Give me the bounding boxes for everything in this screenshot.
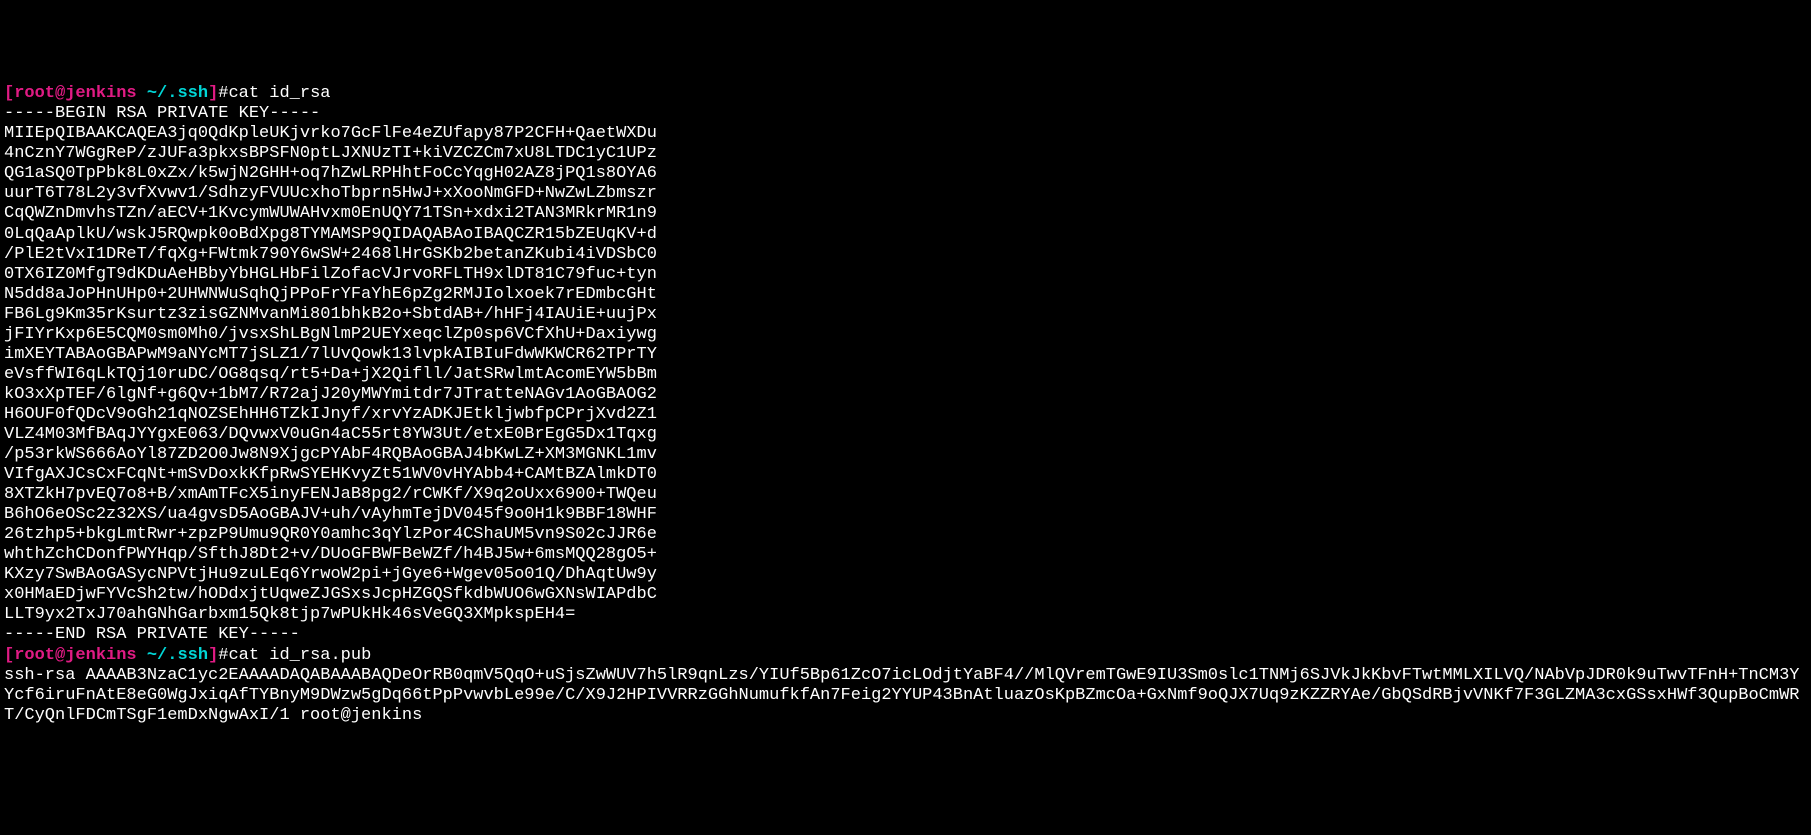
- output-line: /PlE2tVxI1DReT/fqXg+FWtmk790Y6wSW+2468lH…: [4, 245, 1807, 265]
- prompt-at: @: [55, 646, 65, 665]
- output-line: 0TX6IZ0MfgT9dKDuAeHBbyYbHGLHbFilZofacVJr…: [4, 265, 1807, 285]
- prompt-user: root: [14, 646, 55, 665]
- output-line: VLZ4M03MfBAqJYYgxE063/DQvwxV0uGn4aC55rt8…: [4, 425, 1807, 445]
- prompt-user: root: [14, 84, 55, 103]
- output-line: 0LqQaAplkU/wskJ5RQwpk0oBdXpg8TYMAMSP9QID…: [4, 225, 1807, 245]
- prompt-at: @: [55, 84, 65, 103]
- prompt-host: jenkins: [65, 646, 136, 665]
- command-text: cat id_rsa.pub: [228, 646, 371, 665]
- prompt-bracket-open: [: [4, 646, 14, 665]
- output-line: B6hO6eOSc2z32XS/ua4gvsD5AoGBAJV+uh/vAyhm…: [4, 505, 1807, 525]
- output-line: -----END RSA PRIVATE KEY-----: [4, 625, 1807, 645]
- prompt-bracket-close: ]: [208, 84, 218, 103]
- output-line: 8XTZkH7pvEQ7o8+B/xmAmTFcX5inyFENJaB8pg2/…: [4, 485, 1807, 505]
- output-line: 26tzhp5+bkgLmtRwr+zpzP9Umu9QR0Y0amhc3qYl…: [4, 525, 1807, 545]
- output-line: /p53rkWS666AoYl87ZD2O0Jw8N9XjgcPYAbF4RQB…: [4, 445, 1807, 465]
- output-line: VIfgAXJCsCxFCqNt+mSvDoxkKfpRwSYEHKvyZt51…: [4, 465, 1807, 485]
- output-line: 4nCznY7WGgReP/zJUFa3pkxsBPSFN0ptLJXNUzTI…: [4, 144, 1807, 164]
- output-line: H6OUF0fQDcV9oGh21qNOZSEhHH6TZkIJnyf/xrvY…: [4, 405, 1807, 425]
- output-line: KXzy7SwBAoGASycNPVtjHu9zuLEq6YrwoW2pi+jG…: [4, 565, 1807, 585]
- prompt-bracket-close: ]: [208, 646, 218, 665]
- output-line: x0HMaEDjwFYVcSh2tw/hODdxjtUqweZJGSxsJcpH…: [4, 585, 1807, 605]
- prompt-path: ~/.ssh: [137, 84, 208, 103]
- prompt-line-2: [root@jenkins ~/.ssh]#cat id_rsa.pub: [4, 646, 1807, 666]
- prompt-host: jenkins: [65, 84, 136, 103]
- output-line: MIIEpQIBAAKCAQEA3jq0QdKpleUKjvrko7GcFlFe…: [4, 124, 1807, 144]
- output-line: uurT6T78L2y3vfXvwv1/SdhzyFVUUcxhoTbprn5H…: [4, 184, 1807, 204]
- output-line: kO3xXpTEF/6lgNf+g6Qv+1bM7/R72ajJ20yMWYmi…: [4, 385, 1807, 405]
- output-line: -----BEGIN RSA PRIVATE KEY-----: [4, 104, 1807, 124]
- output-line: eVsffWI6qLkTQj10ruDC/OG8qsq/rt5+Da+jX2Qi…: [4, 365, 1807, 385]
- output-line-pubkey: ssh-rsa AAAAB3NzaC1yc2EAAAADAQABAAABAQDe…: [4, 666, 1807, 726]
- prompt-bracket-open: [: [4, 84, 14, 103]
- command-text: cat id_rsa: [228, 84, 330, 103]
- prompt-line-1: [root@jenkins ~/.ssh]#cat id_rsa: [4, 84, 1807, 104]
- output-line: whthZchCDonfPWYHqp/SfthJ8Dt2+v/DUoGFBWFB…: [4, 545, 1807, 565]
- prompt-path: ~/.ssh: [137, 646, 208, 665]
- terminal-window[interactable]: [root@jenkins ~/.ssh]#cat id_rsa-----BEG…: [4, 84, 1807, 726]
- output-line: LLT9yx2TxJ70ahGNhGarbxm15Qk8tjp7wPUkHk46…: [4, 605, 1807, 625]
- output-line: CqQWZnDmvhsTZn/aECV+1KvcymWUWAHvxm0EnUQY…: [4, 204, 1807, 224]
- output-line: FB6Lg9Km35rKsurtz3zisGZNMvanMi801bhkB2o+…: [4, 305, 1807, 325]
- prompt-hash: #: [218, 84, 228, 103]
- prompt-hash: #: [218, 646, 228, 665]
- output-line: imXEYTABAoGBAPwM9aNYcMT7jSLZ1/7lUvQowk13…: [4, 345, 1807, 365]
- output-line: jFIYrKxp6E5CQM0sm0Mh0/jvsxShLBgNlmP2UEYx…: [4, 325, 1807, 345]
- output-line: QG1aSQ0TpPbk8L0xZx/k5wjN2GHH+oq7hZwLRPHh…: [4, 164, 1807, 184]
- output-line: N5dd8aJoPHnUHp0+2UHWNWuSqhQjPPoFrYFaYhE6…: [4, 285, 1807, 305]
